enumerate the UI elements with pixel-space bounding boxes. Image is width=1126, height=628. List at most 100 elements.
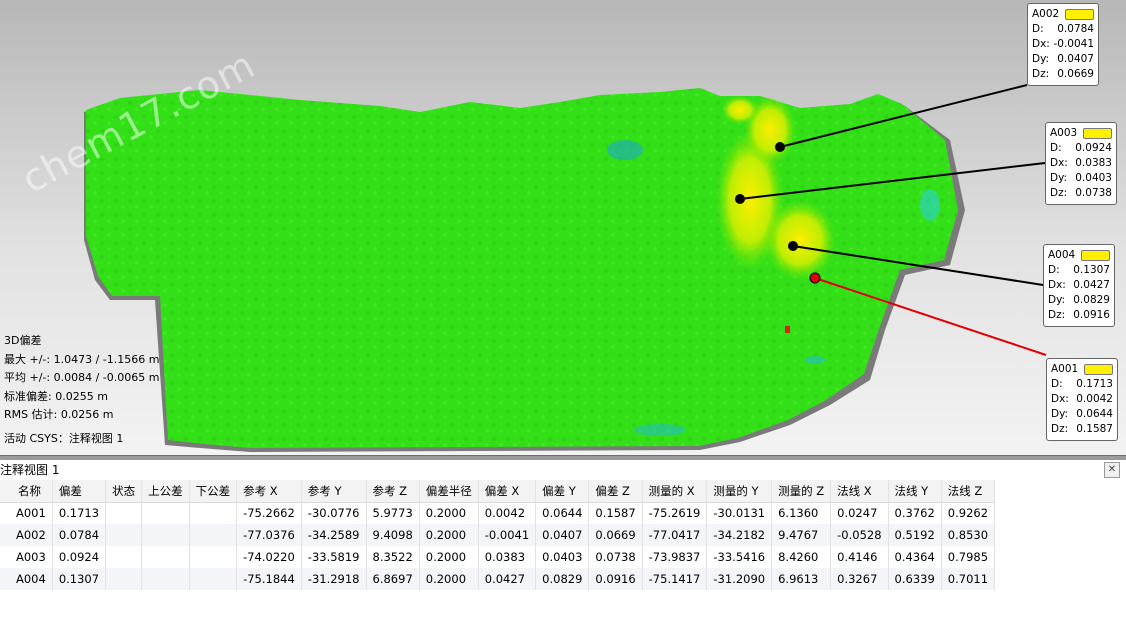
table-cell: 0.7985 bbox=[941, 546, 996, 568]
point-a004[interactable] bbox=[788, 241, 798, 251]
column-header[interactable]: 上公差 bbox=[141, 480, 190, 503]
table-cell: -75.1417 bbox=[642, 568, 708, 590]
value-dx: 0.0427 bbox=[1073, 279, 1110, 291]
label-dy: Dy: bbox=[1051, 408, 1069, 420]
annotation-view-panel: 注释视图 1 ✕ 名称 偏差 状态 上公差 下公差 参考 X 参考 Y 参考 Z 偏差半径 偏差 … bbox=[0, 460, 1126, 628]
deviation-stats: 3D偏差 最大 +/-: 1.0473 / -1.1566 m 平均 +/-: … bbox=[4, 332, 159, 425]
label-d: D: bbox=[1050, 142, 1062, 154]
table-cell: 6.1360 bbox=[771, 502, 832, 524]
table-cell: 8.4260 bbox=[771, 546, 832, 568]
value-dx: 0.0042 bbox=[1076, 393, 1113, 405]
table-cell: 0.9262 bbox=[941, 502, 996, 524]
table-cell: -34.2182 bbox=[706, 524, 773, 546]
callout-a004[interactable]: A004 D: 0.1307 Dx: 0.0427 Dy: 0.0829 Dz: 0.0… bbox=[1043, 244, 1115, 327]
annotation-table: 名称 偏差 状态 上公差 下公差 参考 X 参考 Y 参考 Z 偏差半径 偏差 X 偏差 Y 偏差 Z… bbox=[0, 480, 996, 590]
stats-max: 最大 +/-: 1.0473 / -1.1566 m bbox=[4, 352, 160, 366]
value-dy: 0.0407 bbox=[1057, 53, 1094, 65]
label-d: D: bbox=[1032, 23, 1044, 35]
active-csys-label: 活动 CSYS：注释视图 1 bbox=[4, 432, 124, 445]
column-header[interactable]: 测量的 X bbox=[642, 480, 708, 503]
value-dy: 0.0829 bbox=[1073, 294, 1110, 306]
3d-viewport[interactable]: chem17.com 3D偏差 最大 +/-: 1.0473 / -1.1566… bbox=[0, 0, 1126, 455]
value-d: 0.0924 bbox=[1075, 142, 1112, 154]
column-header[interactable]: 偏差 Z bbox=[588, 480, 643, 503]
table-cell: -75.1844 bbox=[236, 568, 302, 590]
color-swatch-icon bbox=[1084, 364, 1113, 375]
table-cell: 0.5192 bbox=[888, 524, 942, 546]
table-row[interactable]: A002 0.0784 -77.0376 -34.2589 9.4098 0.2000 -0… bbox=[0, 524, 996, 546]
value-dz: 0.0738 bbox=[1075, 187, 1112, 199]
callout-a002[interactable]: A002 D: 0.0784 Dx: -0.0041 Dy: 0.0407 Dz: 0.… bbox=[1027, 3, 1099, 86]
table-cell: 0.6339 bbox=[888, 568, 942, 590]
point-a001[interactable] bbox=[809, 272, 821, 284]
table-cell bbox=[141, 524, 190, 546]
column-header[interactable]: 偏差 X bbox=[478, 480, 537, 503]
color-swatch-icon bbox=[1083, 128, 1112, 139]
column-header[interactable]: 法线 X bbox=[830, 480, 889, 503]
table-cell: 0.0924 bbox=[52, 546, 107, 568]
column-header[interactable]: 测量的 Z bbox=[771, 480, 832, 503]
panel-title: 注释视图 1 bbox=[0, 463, 60, 477]
label-dz: Dz: bbox=[1032, 68, 1050, 80]
callout-a003[interactable]: A003 D: 0.0924 Dx: 0.0383 Dy: 0.0403 Dz: 0.0… bbox=[1045, 122, 1117, 205]
table-cell: A002 bbox=[0, 524, 53, 546]
column-header[interactable]: 参考 Y bbox=[301, 480, 367, 503]
table-cell: A003 bbox=[0, 546, 53, 568]
column-header[interactable]: 参考 Z bbox=[366, 480, 420, 503]
label-dy: Dy: bbox=[1048, 294, 1066, 306]
table-cell: 0.0247 bbox=[830, 502, 889, 524]
column-header[interactable]: 状态 bbox=[105, 480, 143, 503]
point-a002[interactable] bbox=[775, 142, 785, 152]
table-cell: -30.0776 bbox=[301, 502, 367, 524]
value-dz: 0.1587 bbox=[1076, 423, 1113, 435]
value-dy: 0.0403 bbox=[1075, 172, 1112, 184]
point-a003[interactable] bbox=[735, 194, 745, 204]
column-header[interactable]: 法线 Z bbox=[941, 480, 996, 503]
label-dx: Dx: bbox=[1051, 393, 1069, 405]
color-swatch-icon bbox=[1081, 250, 1110, 261]
table-cell: 0.3762 bbox=[888, 502, 942, 524]
column-header[interactable]: 偏差 Y bbox=[535, 480, 590, 503]
table-cell: -75.2662 bbox=[236, 502, 302, 524]
table-cell: 0.1587 bbox=[588, 502, 643, 524]
column-header[interactable]: 法线 Y bbox=[888, 480, 942, 503]
table-cell: -77.0417 bbox=[642, 524, 708, 546]
table-cell: 0.0916 bbox=[588, 568, 643, 590]
column-header[interactable]: 偏差 bbox=[52, 480, 107, 503]
table-cell: -31.2918 bbox=[301, 568, 367, 590]
table-cell: -77.0376 bbox=[236, 524, 302, 546]
table-row[interactable]: A001 0.1713 -75.2662 -30.0776 5.9773 0.2000 0.… bbox=[0, 502, 996, 524]
table-row[interactable]: A003 0.0924 -74.0220 -33.5819 8.3522 0.2000 0.… bbox=[0, 546, 996, 568]
table-cell bbox=[105, 546, 143, 568]
value-d: 0.1713 bbox=[1076, 378, 1113, 390]
label-dz: Dz: bbox=[1051, 423, 1069, 435]
table-cell: -30.0131 bbox=[706, 502, 773, 524]
table-cell: 9.4767 bbox=[771, 524, 832, 546]
column-header[interactable]: 偏差半径 bbox=[419, 480, 479, 503]
callout-id: A002 bbox=[1032, 8, 1060, 20]
table-cell: -73.9837 bbox=[642, 546, 708, 568]
value-dy: 0.0644 bbox=[1076, 408, 1113, 420]
table-cell: -0.0041 bbox=[478, 524, 537, 546]
label-dx: Dx: bbox=[1032, 38, 1050, 50]
value-dz: 0.0916 bbox=[1073, 309, 1110, 321]
table-cell: -74.0220 bbox=[236, 546, 302, 568]
callout-a001[interactable]: A001 D: 0.1713 Dx: 0.0042 Dy: 0.0644 Dz: 0.1… bbox=[1046, 358, 1118, 441]
column-header[interactable]: 测量的 Y bbox=[706, 480, 773, 503]
column-header[interactable]: 参考 X bbox=[236, 480, 302, 503]
table-cell: 6.8697 bbox=[366, 568, 420, 590]
close-icon[interactable]: ✕ bbox=[1104, 462, 1120, 478]
table-cell: 0.1713 bbox=[52, 502, 107, 524]
table-cell: 0.7011 bbox=[941, 568, 996, 590]
deviation-surface-model[interactable] bbox=[0, 0, 1126, 455]
value-d: 0.1307 bbox=[1073, 264, 1110, 276]
table-header-row: 名称 偏差 状态 上公差 下公差 参考 X 参考 Y 参考 Z 偏差半径 偏差 X 偏差 Y 偏差 Z… bbox=[0, 480, 996, 503]
callout-id: A003 bbox=[1050, 127, 1078, 139]
table-row[interactable]: A004 0.1307 -75.1844 -31.2918 6.8697 0.2000 0.… bbox=[0, 568, 996, 590]
value-dz: 0.0669 bbox=[1057, 68, 1094, 80]
column-header[interactable]: 名称 bbox=[0, 480, 53, 503]
column-header[interactable]: 下公差 bbox=[189, 480, 238, 503]
table-cell bbox=[189, 524, 238, 546]
label-dx: Dx: bbox=[1048, 279, 1066, 291]
table-cell: 0.2000 bbox=[419, 568, 479, 590]
